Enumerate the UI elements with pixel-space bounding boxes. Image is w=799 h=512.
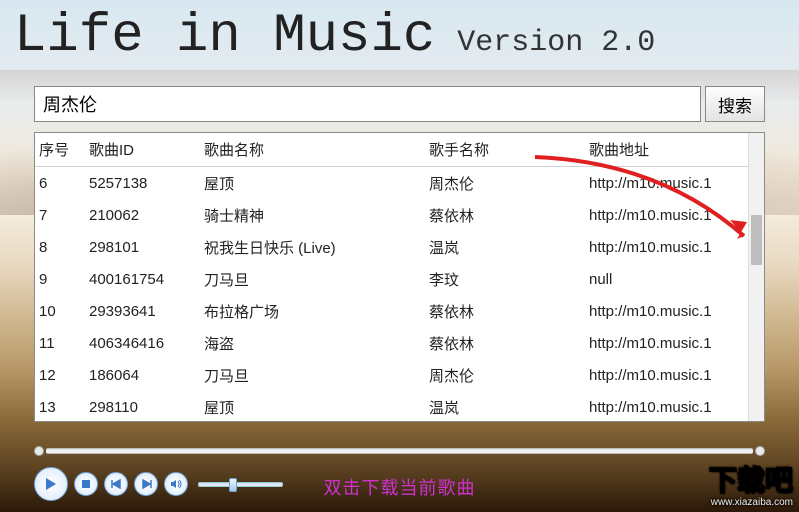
col-song-id[interactable]: 歌曲ID [85,133,200,167]
header: Life in Music Version 2.0 [14,6,785,76]
table-row[interactable]: 12186064刀马旦周杰伦http://m10.music.1 [35,359,748,391]
col-index[interactable]: 序号 [35,133,85,167]
col-song-name[interactable]: 歌曲名称 [200,133,425,167]
cell-name: 刀马旦 [200,263,425,295]
vertical-scrollbar[interactable] [748,133,764,421]
app-version: Version 2.0 [457,26,655,60]
search-input[interactable] [34,86,701,122]
cell-name: 布拉格广场 [200,295,425,327]
cell-name: 海盗 [200,327,425,359]
scrollbar-thumb[interactable] [751,215,762,265]
cell-name: 祝我生日快乐 (Live) [200,231,425,263]
col-url[interactable]: 歌曲地址 [585,133,748,167]
table-row[interactable]: 9400161754刀马旦李玟null [35,263,748,295]
cell-url: http://m10.music.1 [585,295,748,327]
table-row[interactable]: 8298101祝我生日快乐 (Live)温岚http://m10.music.1 [35,231,748,263]
table-row[interactable]: 13298110屋顶温岚http://m10.music.1 [35,391,748,421]
cell-url: http://m10.music.1 [585,199,748,231]
search-button[interactable]: 搜索 [705,86,765,122]
table-row[interactable]: 65257138屋顶周杰伦http://m10.music.1 [35,167,748,200]
cell-name: 刀马旦 [200,359,425,391]
seek-bar[interactable] [34,440,765,462]
cell-name: 屋顶 [200,167,425,200]
cell-idx: 8 [35,231,85,263]
cell-id: 186064 [85,359,200,391]
cell-idx: 7 [35,199,85,231]
cell-idx: 13 [35,391,85,421]
cell-id: 400161754 [85,263,200,295]
cell-artist: 蔡依林 [425,295,585,327]
cell-artist: 蔡依林 [425,199,585,231]
table-row[interactable]: 11406346416海盗蔡依林http://m10.music.1 [35,327,748,359]
cell-id: 406346416 [85,327,200,359]
cell-idx: 12 [35,359,85,391]
cell-url: null [585,263,748,295]
cell-artist: 蔡依林 [425,327,585,359]
cell-name: 屋顶 [200,391,425,421]
cell-url: http://m10.music.1 [585,359,748,391]
results-table: 序号 歌曲ID 歌曲名称 歌手名称 歌曲地址 65257138屋顶周杰伦http… [34,132,765,422]
cell-url: http://m10.music.1 [585,327,748,359]
search-row: 搜索 [34,86,765,122]
cell-name: 骑士精神 [200,199,425,231]
cell-idx: 11 [35,327,85,359]
table-row[interactable]: 7210062骑士精神蔡依林http://m10.music.1 [35,199,748,231]
cell-idx: 6 [35,167,85,200]
cell-idx: 10 [35,295,85,327]
watermark: 下载吧 www.xiazaiba.com [709,466,793,508]
cell-artist: 周杰伦 [425,167,585,200]
cell-url: http://m10.music.1 [585,391,748,421]
cell-artist: 李玟 [425,263,585,295]
cell-artist: 周杰伦 [425,359,585,391]
cell-id: 298110 [85,391,200,421]
app-title: Life in Music [14,6,435,67]
cell-id: 298101 [85,231,200,263]
table-header-row: 序号 歌曲ID 歌曲名称 歌手名称 歌曲地址 [35,133,748,167]
cell-id: 29393641 [85,295,200,327]
cell-artist: 温岚 [425,391,585,421]
hint-text: 双击下载当前歌曲 [0,474,799,500]
watermark-logo: 下载吧 [709,466,793,497]
cell-url: http://m10.music.1 [585,167,748,200]
cell-idx: 9 [35,263,85,295]
col-artist[interactable]: 歌手名称 [425,133,585,167]
cell-id: 210062 [85,199,200,231]
table-row[interactable]: 1029393641布拉格广场蔡依林http://m10.music.1 [35,295,748,327]
cell-url: http://m10.music.1 [585,231,748,263]
watermark-url: www.xiazaiba.com [709,497,793,508]
cell-artist: 温岚 [425,231,585,263]
cell-id: 5257138 [85,167,200,200]
